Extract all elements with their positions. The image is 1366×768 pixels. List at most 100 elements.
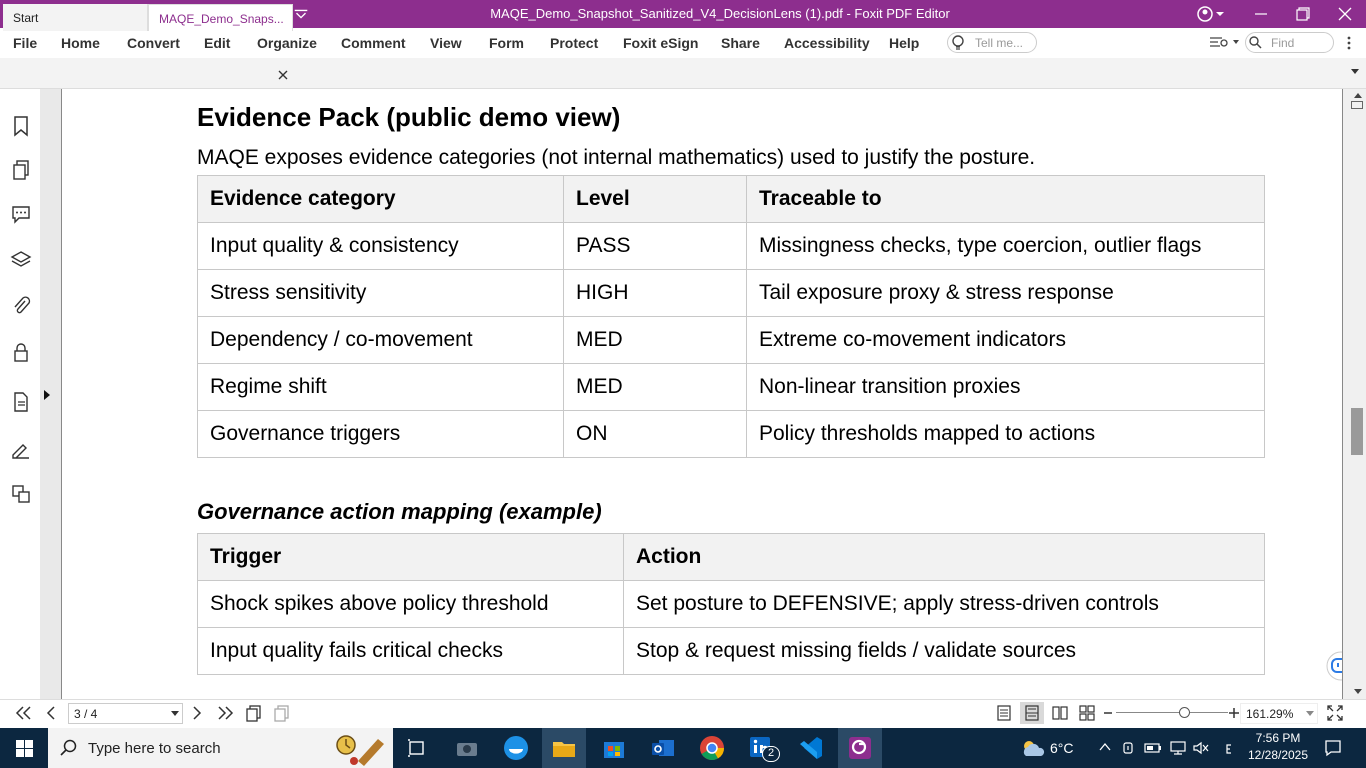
weather-cloud-icon[interactable] — [1019, 738, 1047, 758]
menu-bar: File Home Convert Edit Organize Comment … — [0, 28, 1366, 58]
menu-help[interactable]: Help — [889, 35, 919, 51]
table-cell: PASS — [563, 222, 747, 270]
windows-start-icon[interactable] — [16, 740, 33, 757]
account-button[interactable] — [1188, 0, 1234, 28]
split-view-handle[interactable] — [1351, 101, 1363, 109]
customize-toolbar-icon[interactable] — [291, 4, 311, 24]
input-language-icon[interactable] — [1225, 743, 1233, 755]
zoom-level-value: 161.29% — [1246, 707, 1294, 721]
menu-edit[interactable]: Edit — [204, 35, 230, 51]
scroll-down-icon[interactable] — [1353, 688, 1363, 696]
menu-comment[interactable]: Comment — [341, 35, 406, 51]
restore-button[interactable] — [1282, 0, 1324, 28]
table-row: Dependency / co-movement MED Extreme co-… — [197, 316, 1265, 364]
table-cell: MED — [563, 316, 747, 364]
pages-icon[interactable] — [10, 159, 32, 181]
show-hidden-icons-icon[interactable] — [1099, 742, 1111, 752]
table-cell: Tail exposure proxy & stress response — [746, 269, 1265, 317]
microsoft-store-icon[interactable] — [600, 734, 628, 762]
zoom-in-icon[interactable] — [1228, 707, 1240, 719]
status-bar — [0, 699, 1366, 728]
battery-icon[interactable] — [1144, 741, 1162, 755]
outlook-icon[interactable] — [649, 734, 677, 762]
menu-accessibility[interactable]: Accessibility — [784, 35, 870, 51]
bookmark-icon[interactable] — [10, 115, 32, 137]
expand-panel-icon[interactable] — [43, 389, 51, 401]
section-heading: Evidence Pack (public demo view) — [197, 102, 621, 132]
menu-organize[interactable]: Organize — [257, 35, 317, 51]
page-number-input[interactable]: 3 / 4 — [68, 703, 183, 724]
single-page-view-icon[interactable] — [996, 705, 1012, 721]
column-header: Evidence category — [197, 175, 564, 223]
menu-foxit-esign[interactable]: Foxit eSign — [623, 35, 698, 51]
menu-home[interactable]: Home — [61, 35, 100, 51]
taskbar-search-placeholder: Type here to search — [88, 740, 221, 757]
search-icon — [1249, 36, 1262, 49]
close-tab-icon[interactable] — [278, 70, 288, 80]
taskbar-time: 7:56 PM — [1255, 731, 1301, 745]
weather-temperature[interactable]: 6°C — [1050, 740, 1074, 756]
camera-app-icon[interactable] — [453, 734, 481, 762]
scrollbar-thumb[interactable] — [1351, 408, 1363, 455]
table-cell: Shock spikes above policy threshold — [197, 580, 624, 628]
chrome-icon[interactable] — [698, 734, 726, 762]
zoom-slider[interactable] — [1116, 712, 1228, 713]
table-cell: Input quality & consistency — [197, 222, 564, 270]
page-dropdown-icon[interactable] — [171, 711, 179, 717]
volume-muted-icon[interactable] — [1193, 741, 1209, 755]
search-options-icon[interactable] — [1209, 35, 1239, 49]
more-options-icon[interactable] — [1346, 35, 1352, 51]
table-cell: Stop & request missing fields / validate… — [623, 627, 1265, 675]
menu-view[interactable]: View — [430, 35, 462, 51]
tab-start[interactable]: Start — [3, 4, 148, 31]
column-header: Level — [563, 175, 747, 223]
menu-form[interactable]: Form — [489, 35, 524, 51]
taskbar-clock[interactable]: 7:56 PM 12/28/2025 — [1240, 731, 1316, 762]
menu-protect[interactable]: Protect — [550, 35, 598, 51]
window-title: MAQE_Demo_Snapshot_Sanitized_V4_Decision… — [490, 6, 950, 21]
document-properties-icon[interactable] — [10, 391, 32, 413]
file-explorer-icon — [553, 742, 575, 757]
scroll-up-icon[interactable] — [1353, 91, 1363, 99]
menu-share[interactable]: Share — [721, 35, 760, 51]
task-view-icon[interactable] — [403, 734, 431, 762]
last-page-icon[interactable] — [217, 706, 235, 720]
vertical-scrollbar[interactable] — [1342, 89, 1366, 699]
foxit-pdf-editor-icon — [849, 737, 871, 759]
facing-view-icon[interactable] — [1052, 705, 1068, 721]
compare-pages-icon[interactable] — [10, 483, 32, 505]
next-view-icon[interactable] — [273, 704, 291, 722]
security-tray-icon[interactable] — [1121, 740, 1135, 756]
zoom-out-icon[interactable] — [1103, 708, 1113, 718]
navigation-panel — [0, 89, 40, 699]
notifications-icon[interactable] — [1324, 739, 1342, 757]
next-page-icon[interactable] — [192, 706, 202, 720]
signature-icon[interactable] — [10, 437, 32, 459]
previous-view-icon[interactable] — [245, 704, 263, 722]
table-row: Shock spikes above policy threshold Set … — [197, 580, 1265, 628]
tab-list-dropdown-icon[interactable] — [1350, 68, 1360, 76]
close-button[interactable] — [1324, 0, 1366, 28]
column-header: Trigger — [197, 533, 624, 581]
network-icon[interactable] — [1169, 740, 1187, 756]
full-screen-icon[interactable] — [1327, 705, 1343, 721]
table-cell: Policy thresholds mapped to actions — [746, 410, 1265, 458]
docker-app-icon[interactable] — [502, 734, 530, 762]
zoom-dropdown-icon[interactable] — [1306, 711, 1314, 717]
menu-file[interactable]: File — [13, 35, 37, 51]
continuous-facing-view-icon[interactable] — [1079, 705, 1095, 721]
first-page-icon[interactable] — [14, 706, 32, 720]
table-header-row: Trigger Action — [197, 533, 1265, 581]
layers-icon[interactable] — [10, 249, 32, 271]
tab-document[interactable]: MAQE_Demo_Snaps... — [148, 4, 293, 31]
comments-icon[interactable] — [10, 203, 32, 225]
attachment-icon[interactable] — [10, 295, 32, 317]
tab-document-label: MAQE_Demo_Snaps... — [159, 12, 284, 26]
minimize-button[interactable] — [1240, 0, 1282, 28]
menu-convert[interactable]: Convert — [127, 35, 180, 51]
vscode-icon[interactable] — [797, 734, 825, 762]
security-lock-icon[interactable] — [10, 341, 32, 363]
previous-page-icon[interactable] — [46, 706, 56, 720]
column-header: Traceable to — [746, 175, 1265, 223]
table-cell: Input quality fails critical checks — [197, 627, 624, 675]
